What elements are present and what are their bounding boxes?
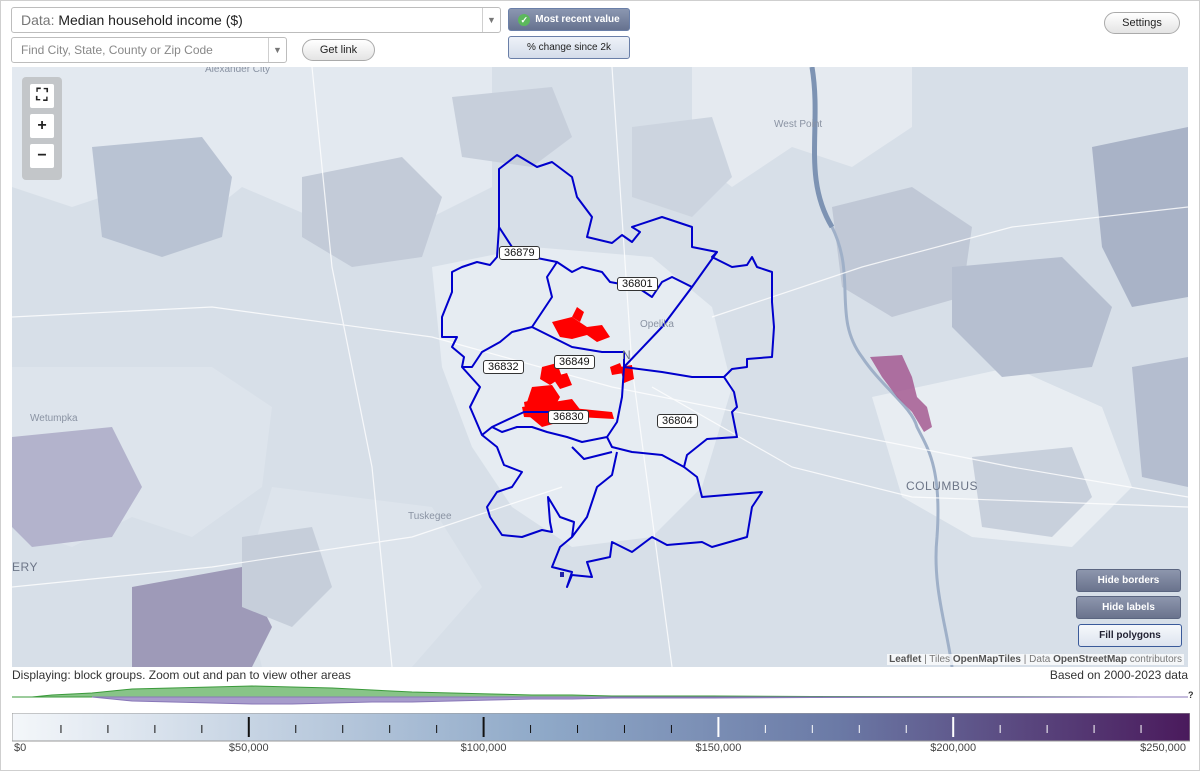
data-select-label: Data: — [21, 12, 55, 28]
attribution-contrib: contributors — [1126, 654, 1182, 665]
legend-tick-label: $100,000 — [461, 742, 507, 754]
choropleth-map[interactable]: Alexander City West Point Opelika Wetump… — [12, 67, 1188, 667]
settings-button[interactable]: Settings — [1104, 12, 1180, 34]
zip-label[interactable]: 36879 — [499, 246, 540, 260]
place-label-opelika: Opelika — [640, 319, 674, 330]
fullscreen-icon[interactable]: ⛶ — [30, 84, 54, 108]
percent-change-button[interactable]: % change since 2k — [508, 36, 630, 59]
place-label-tuskegee: Tuskegee — [408, 511, 452, 522]
legend-tick-label: $150,000 — [695, 742, 741, 754]
fill-polygons-button[interactable]: Fill polygons — [1078, 624, 1182, 647]
legend-tick-label: $0 — [14, 742, 26, 754]
legend-tick-label: $200,000 — [930, 742, 976, 754]
attribution-sep: | Tiles — [921, 654, 953, 665]
attribution-sep: | Data — [1021, 654, 1054, 665]
data-select-value: Median household income ($) — [58, 12, 243, 28]
place-label-auburn-fragment: N — [622, 348, 632, 362]
openstreetmap-link[interactable]: OpenStreetMap — [1053, 654, 1127, 665]
zoom-out-button[interactable]: − — [30, 144, 54, 168]
map-tiles — [12, 67, 1188, 667]
zip-label[interactable]: 36804 — [657, 414, 698, 428]
leaflet-link[interactable]: Leaflet — [889, 654, 921, 665]
displaying-status: Displaying: block groups. Zoom out and p… — [12, 668, 351, 682]
legend-tick-label: $250,000 — [1140, 742, 1186, 754]
zoom-in-button[interactable]: + — [30, 114, 54, 138]
zoom-controls: ⛶ + − — [22, 77, 62, 180]
map-attribution: Leaflet | Tiles OpenMapTiles | Data Open… — [887, 654, 1184, 665]
data-years-note: Based on 2000-2023 data — [1049, 668, 1188, 682]
place-label-columbus: COLUMBUS — [906, 479, 979, 493]
search-input[interactable] — [12, 42, 268, 58]
histogram-marker: ? — [1188, 690, 1194, 700]
hide-labels-button[interactable]: Hide labels — [1076, 596, 1181, 619]
legend-gradient — [12, 713, 1190, 742]
legend-labels: $0 $50,000 $100,000 $150,000 $200,000 $250,00… — [14, 742, 1186, 754]
zip-label[interactable]: 36849 — [554, 355, 595, 369]
color-legend: $0 $50,000 $100,000 $150,000 $200,000 $250,00… — [12, 713, 1190, 754]
check-icon: ✓ — [518, 13, 531, 26]
value-histogram — [12, 685, 1188, 705]
chevron-down-icon[interactable]: ▼ — [482, 8, 500, 32]
place-label-alexander-city: Alexander City — [205, 67, 271, 75]
zip-label[interactable]: 36830 — [548, 410, 589, 424]
most-recent-value-button[interactable]: ✓ Most recent value — [508, 8, 630, 31]
place-label-wetumpka: Wetumpka — [30, 413, 78, 424]
most-recent-value-label: Most recent value — [535, 14, 620, 25]
chevron-down-icon[interactable]: ▼ — [268, 38, 286, 62]
place-label-west-point: West Point — [774, 119, 823, 130]
data-select[interactable]: Data: Median household income ($) ▼ — [11, 7, 501, 33]
hide-borders-button[interactable]: Hide borders — [1076, 569, 1181, 592]
legend-tick-label: $50,000 — [229, 742, 269, 754]
get-link-button[interactable]: Get link — [302, 39, 375, 61]
place-label-montgomery-fragment: ERY — [12, 560, 38, 574]
zip-label[interactable]: 36801 — [617, 277, 658, 291]
location-search[interactable]: ▼ — [11, 37, 287, 63]
zip-label[interactable]: 36832 — [483, 360, 524, 374]
openmaptiles-link[interactable]: OpenMapTiles — [953, 654, 1021, 665]
